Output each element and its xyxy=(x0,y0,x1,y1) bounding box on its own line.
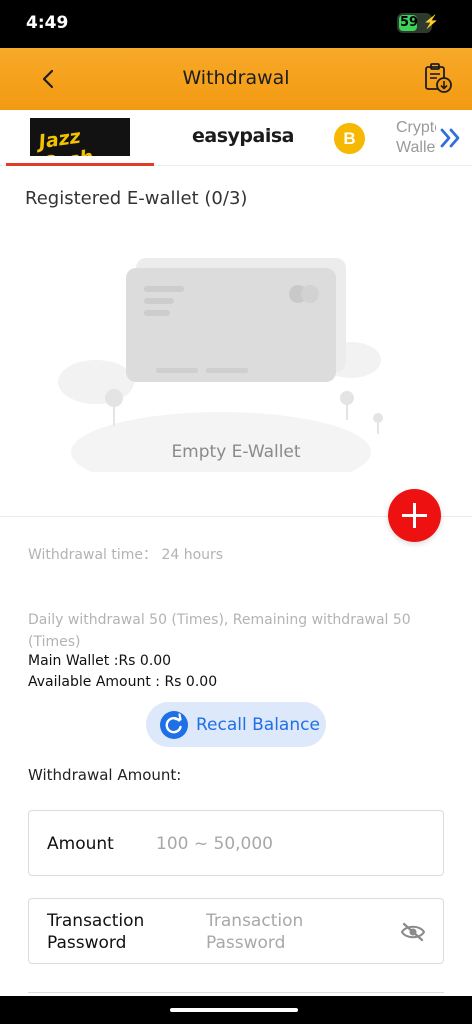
home-indicator[interactable] xyxy=(170,1008,298,1012)
recall-balance-button[interactable]: Recall Balance xyxy=(146,702,326,747)
home-bar xyxy=(0,996,472,1024)
refresh-icon xyxy=(160,711,188,739)
withdrawal-time-text: Withdrawal time： 24 hours xyxy=(28,547,224,563)
recall-balance-label: Recall Balance xyxy=(196,715,320,735)
main-wallet-balance: Main Wallet :Rs 0.00 xyxy=(28,653,172,669)
easypaisa-logo-text: easypaisa xyxy=(192,125,294,147)
empty-wallet-text: Empty E-Wallet xyxy=(171,442,301,462)
crypto-wallet-label: Crypto Wallet xyxy=(396,119,436,156)
daily-withdrawal-text: Daily withdrawal 50 (Times), Remaining w… xyxy=(28,612,411,650)
jazzcash-logo: Jazz Cash xyxy=(30,118,130,156)
registered-ewallet-title: Registered E-wallet (0/3) xyxy=(25,188,248,209)
charging-bolt-icon: ⚡ xyxy=(423,14,440,29)
amount-label: Amount xyxy=(47,834,114,854)
eye-off-icon xyxy=(400,922,426,942)
jazzcash-logo-text: Jazz Cash xyxy=(37,125,94,156)
amount-input[interactable] xyxy=(156,831,416,857)
toggle-password-visibility-button[interactable] xyxy=(399,920,427,944)
page-title: Withdrawal xyxy=(182,67,290,89)
active-tab-indicator xyxy=(6,163,154,166)
tab-jazzcash[interactable]: Jazz Cash xyxy=(6,110,154,166)
empty-wallet-illustration xyxy=(58,258,383,472)
withdrawal-amount-heading: Withdrawal Amount: xyxy=(28,766,182,784)
battery-icon: 59 ⚡ xyxy=(397,13,439,33)
next-field-edge xyxy=(28,992,444,993)
transaction-password-input[interactable] xyxy=(206,910,346,956)
withdrawal-history-button[interactable] xyxy=(423,62,453,94)
status-bar: 4:49 59 ⚡ xyxy=(0,0,472,48)
payment-method-tabs: Jazz Cash easypaisa B Crypto Wallet xyxy=(0,110,472,166)
amount-field: Amount xyxy=(28,810,444,876)
transaction-password-field: Transaction Password xyxy=(28,898,444,964)
tab-crypto-wallet[interactable]: Crypto Wallet xyxy=(396,110,436,166)
tab-bitcoin[interactable]: B xyxy=(332,110,368,166)
tabs-scroll-right-button[interactable] xyxy=(436,124,464,152)
add-ewallet-button[interactable] xyxy=(388,489,441,542)
header: Withdrawal xyxy=(0,48,472,110)
status-time: 4:49 xyxy=(26,13,69,33)
available-amount: Available Amount : Rs 0.00 xyxy=(28,674,218,690)
clipboard-download-icon xyxy=(425,63,452,93)
bitcoin-icon: B xyxy=(334,123,365,154)
tab-easypaisa[interactable]: easypaisa xyxy=(178,110,308,166)
battery-percent: 59 xyxy=(400,15,419,30)
double-chevron-right-icon xyxy=(440,128,460,148)
transaction-password-label: Transaction Password xyxy=(47,911,145,953)
